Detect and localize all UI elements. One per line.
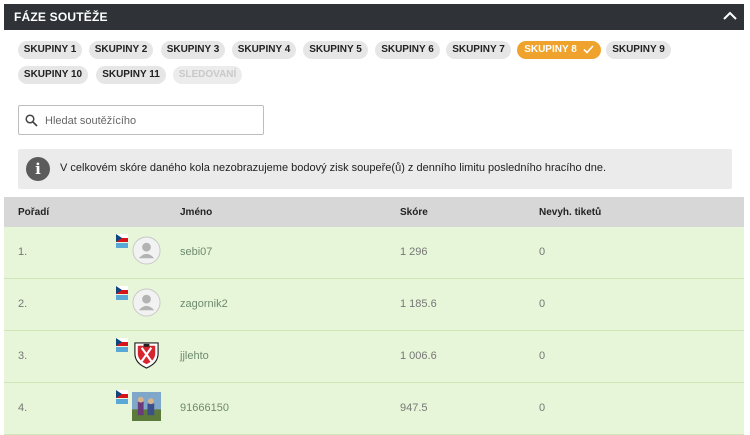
group-chip-7[interactable]: SKUPINY 7 [446, 41, 511, 59]
row-tickets: 0 [539, 402, 546, 414]
row-score: 1 006.6 [400, 350, 437, 362]
table-row[interactable]: 4. 91666150 947.5 0 [4, 383, 744, 435]
row-rank: 1. [18, 246, 28, 258]
row-score: 1 185.6 [400, 298, 437, 310]
default-avatar-icon[interactable] [132, 236, 161, 265]
row-rank: 3. [18, 350, 28, 362]
group-chip-8-label: SKUPINY 8 [524, 44, 577, 55]
group-chip-10[interactable]: SKUPINY 10 [18, 66, 88, 84]
table-row[interactable]: 3. jjlehto 1 006.6 0 [4, 331, 744, 383]
tipsport-badge-icon [116, 243, 128, 248]
czech-flag-icon [116, 234, 128, 242]
search-box[interactable] [18, 105, 264, 135]
row-name[interactable]: 91666150 [180, 402, 229, 414]
col-rank[interactable]: Pořadí [18, 207, 49, 218]
info-text: V celkovém skóre daného kola nezobrazuje… [60, 162, 607, 174]
photo-avatar-icon[interactable] [132, 392, 161, 421]
row-icons [116, 390, 164, 424]
row-name[interactable]: zagornik2 [180, 298, 228, 310]
search-icon [25, 114, 38, 127]
table-row[interactable]: 2. zagornik2 1 185.6 0 [4, 279, 744, 331]
row-tickets: 0 [539, 246, 546, 258]
col-score[interactable]: Skóre [400, 207, 428, 218]
col-name[interactable]: Jméno [180, 207, 212, 218]
group-chip-9[interactable]: SKUPINY 9 [606, 41, 671, 59]
group-chip-followed[interactable]: SLEDOVANÍ [173, 66, 242, 84]
checkmark-icon [583, 45, 594, 54]
group-chip-6[interactable]: SKUPINY 6 [375, 41, 440, 59]
competition-phase-panel: FÁZE SOUTĚŽE SKUPINY 1 SKUPINY 2 SKUPINY… [4, 4, 744, 435]
row-tickets: 0 [539, 350, 546, 362]
chevron-up-icon[interactable] [722, 8, 738, 24]
row-icons [116, 286, 164, 320]
czech-flag-icon [116, 338, 128, 346]
row-icons [116, 338, 164, 372]
row-tickets: 0 [539, 298, 546, 310]
group-chip-2[interactable]: SKUPINY 2 [89, 41, 153, 59]
czech-flag-icon [116, 390, 128, 398]
phase-title: FÁZE SOUTĚŽE [14, 10, 108, 24]
phase-header[interactable]: FÁZE SOUTĚŽE [4, 4, 744, 30]
group-chip-4[interactable]: SKUPINY 4 [232, 41, 296, 59]
club-crest-avatar-icon[interactable] [132, 340, 161, 369]
row-rank: 4. [18, 402, 28, 414]
group-chip-3[interactable]: SKUPINY 3 [161, 41, 225, 59]
row-name[interactable]: sebi07 [180, 246, 212, 258]
group-chip-1[interactable]: SKUPINY 1 [18, 41, 82, 59]
row-icons [116, 234, 164, 268]
tipsport-badge-icon [116, 399, 128, 404]
group-chip-11[interactable]: SKUPINY 11 [96, 66, 166, 84]
default-avatar-icon[interactable] [132, 288, 161, 317]
info-banner: i V celkovém skóre daného kola nezobrazu… [18, 149, 732, 189]
tipsport-badge-icon [116, 347, 128, 352]
row-score: 1 296 [400, 246, 428, 258]
info-icon: i [26, 157, 50, 181]
row-rank: 2. [18, 298, 28, 310]
search-input[interactable] [43, 111, 262, 131]
row-score: 947.5 [400, 402, 428, 414]
table-row[interactable]: 1. sebi07 1 296 0 [4, 227, 744, 279]
table-header: Pořadí Jméno Skóre Nevyh. tiketů [4, 197, 744, 227]
row-name[interactable]: jjlehto [180, 350, 209, 362]
col-tickets[interactable]: Nevyh. tiketů [539, 207, 601, 218]
tipsport-badge-icon [116, 295, 128, 300]
group-chip-5[interactable]: SKUPINY 5 [303, 41, 368, 59]
group-chip-8[interactable]: SKUPINY 8 [517, 41, 601, 59]
czech-flag-icon [116, 286, 128, 294]
